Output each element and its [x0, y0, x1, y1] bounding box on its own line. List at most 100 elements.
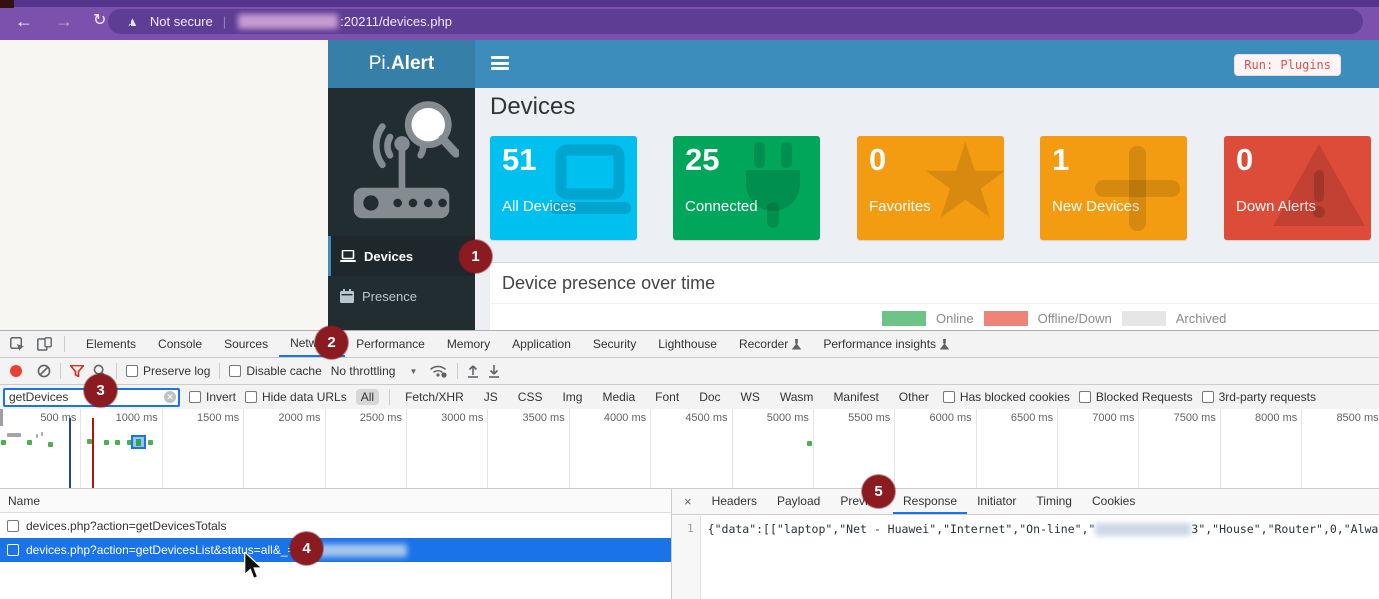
card-value: 0: [1236, 142, 1253, 178]
checkbox[interactable]: [1079, 391, 1091, 403]
separator: [389, 389, 390, 405]
tick-label: 5500 ms: [814, 409, 894, 424]
checkbox[interactable]: [229, 365, 241, 377]
import-har-icon[interactable]: [467, 364, 479, 378]
chip-css[interactable]: CSS: [513, 389, 548, 405]
detail-tab-payload[interactable]: Payload: [767, 489, 830, 514]
legend-swatch-online: [882, 311, 926, 326]
pialert-logo-header[interactable]: Pi.Alert: [328, 40, 475, 88]
chip-other[interactable]: Other: [894, 389, 934, 405]
tab-recorder[interactable]: Recorder: [728, 331, 812, 357]
chip-wasm[interactable]: Wasm: [775, 389, 819, 405]
tab-elements[interactable]: Elements: [75, 331, 147, 357]
tab-security[interactable]: Security: [582, 331, 647, 357]
chip-font[interactable]: Font: [650, 389, 684, 405]
separator: [60, 363, 61, 379]
run-plugins-button[interactable]: Run: Plugins: [1234, 54, 1341, 76]
clear-icon[interactable]: [37, 364, 51, 378]
tab-application[interactable]: Application: [501, 331, 582, 357]
tick-label: 7000 ms: [1058, 409, 1138, 424]
card-connected[interactable]: 25 Connected: [673, 136, 820, 240]
checkbox[interactable]: [943, 391, 955, 403]
tick-label: 3500 ms: [488, 409, 568, 424]
chip-js[interactable]: JS: [479, 389, 503, 405]
response-body[interactable]: 1 {"data":[["laptop","Net - Huawei","Int…: [672, 516, 1379, 599]
tab-console[interactable]: Console: [147, 331, 213, 357]
hide-data-urls-checkbox[interactable]: Hide data URLs: [245, 390, 347, 404]
chip-fetch-xhr[interactable]: Fetch/XHR: [400, 389, 469, 405]
window-corner: [0, 0, 14, 8]
detail-tab-headers[interactable]: Headers: [702, 489, 767, 514]
sidebar-toggle-icon[interactable]: [491, 56, 509, 70]
invert-label: Invert: [206, 390, 236, 404]
name-column-header[interactable]: Name: [0, 489, 671, 513]
legend-swatch-offline: [984, 311, 1028, 326]
legend-label: Offline/Down: [1038, 311, 1112, 326]
router-logo-icon: [344, 96, 459, 224]
chip-img[interactable]: Img: [557, 389, 587, 405]
card-new-devices[interactable]: 1 New Devices: [1040, 136, 1187, 240]
invert-checkbox[interactable]: Invert: [189, 390, 236, 404]
detail-tab-cookies[interactable]: Cookies: [1082, 489, 1145, 514]
record-icon[interactable]: [10, 365, 22, 377]
chip-all[interactable]: All: [356, 389, 379, 405]
checkbox[interactable]: [7, 544, 19, 556]
sidebar-item-presence[interactable]: Presence: [328, 276, 475, 316]
network-overview-timeline[interactable]: 500 ms 1000 ms 1500 ms 2000 ms 2500 ms 3…: [0, 409, 1379, 489]
network-filter-row: ✕ Invert Hide data URLs All Fetch/XHR JS…: [0, 385, 1379, 409]
throttling-select[interactable]: No throttling ▼: [331, 364, 418, 378]
card-down-alerts[interactable]: 0 Down Alerts: [1224, 136, 1371, 240]
sidebar-item-devices[interactable]: Devices: [328, 236, 475, 276]
preserve-log-checkbox[interactable]: Preserve log: [126, 364, 210, 378]
chart-legend: Online Offline/Down Archived: [882, 311, 1226, 326]
detail-tab-initiator[interactable]: Initiator: [967, 489, 1026, 514]
card-favorites[interactable]: 0 Favorites ★: [857, 136, 1004, 240]
checkbox[interactable]: [1202, 391, 1214, 403]
detail-tab-response[interactable]: Response: [893, 489, 967, 514]
chip-manifest[interactable]: Manifest: [828, 389, 883, 405]
presence-panel: Device presence over time Online Offline…: [490, 262, 1379, 330]
chip-media[interactable]: Media: [597, 389, 640, 405]
checkbox[interactable]: [245, 391, 257, 403]
close-icon[interactable]: ×: [672, 494, 702, 509]
tab-memory[interactable]: Memory: [436, 331, 501, 357]
has-blocked-cookies-label: Has blocked cookies: [960, 390, 1070, 404]
back-button[interactable]: ←: [15, 11, 33, 31]
tab-performance-insights[interactable]: Performance insights: [812, 331, 960, 357]
filter-icon[interactable]: [70, 365, 84, 377]
has-blocked-cookies-checkbox[interactable]: Has blocked cookies: [943, 390, 1070, 404]
request-name: devices.php?action=getDevicesTotals: [26, 519, 226, 533]
tab-sources[interactable]: Sources: [213, 331, 279, 357]
network-conditions-icon[interactable]: [430, 364, 448, 378]
browser-toolbar: ← → ↻ ▲! Not secure | :20211/devices.php: [0, 0, 1379, 40]
disable-cache-checkbox[interactable]: Disable cache: [229, 364, 321, 378]
reload-button[interactable]: ↻: [93, 11, 106, 31]
chip-doc[interactable]: Doc: [694, 389, 725, 405]
card-all-devices[interactable]: 51 All Devices: [490, 136, 637, 240]
address-bar[interactable]: ▲! Not secure | :20211/devices.php: [108, 9, 1363, 34]
request-type-chips: All Fetch/XHR JS CSS Img Media Font Doc …: [356, 389, 934, 405]
request-row[interactable]: devices.php?action=getDevicesTotals: [0, 513, 671, 538]
inspect-element-icon[interactable]: [10, 337, 25, 352]
screenshot-root: ← → ↻ ▲! Not secure | :20211/devices.php…: [0, 0, 1379, 599]
third-party-requests-checkbox[interactable]: 3rd-party requests: [1202, 390, 1316, 404]
tab-performance[interactable]: Performance: [345, 331, 436, 357]
app-header: Run: Plugins Sym (28,: [475, 40, 1379, 88]
forward-button[interactable]: →: [55, 11, 73, 31]
tab-lighthouse[interactable]: Lighthouse: [647, 331, 728, 357]
checkbox[interactable]: [126, 365, 138, 377]
dom-content-loaded-line: [69, 418, 71, 489]
chip-ws[interactable]: WS: [736, 389, 765, 405]
tick-label: 6000 ms: [895, 409, 975, 424]
request-row-selected[interactable]: devices.php?action=getDevicesList&status…: [0, 538, 671, 562]
annotation-badge-5: 5: [862, 475, 895, 508]
laptop-icon: [340, 250, 356, 263]
checkbox[interactable]: [189, 391, 201, 403]
clear-filter-icon[interactable]: ✕: [164, 391, 176, 403]
sidebar-menu: Devices Presence: [328, 236, 475, 316]
device-toolbar-icon[interactable]: [37, 337, 52, 351]
export-har-icon[interactable]: [488, 364, 500, 378]
checkbox[interactable]: [7, 520, 19, 532]
detail-tab-timing[interactable]: Timing: [1026, 489, 1082, 514]
blocked-requests-checkbox[interactable]: Blocked Requests: [1079, 390, 1193, 404]
